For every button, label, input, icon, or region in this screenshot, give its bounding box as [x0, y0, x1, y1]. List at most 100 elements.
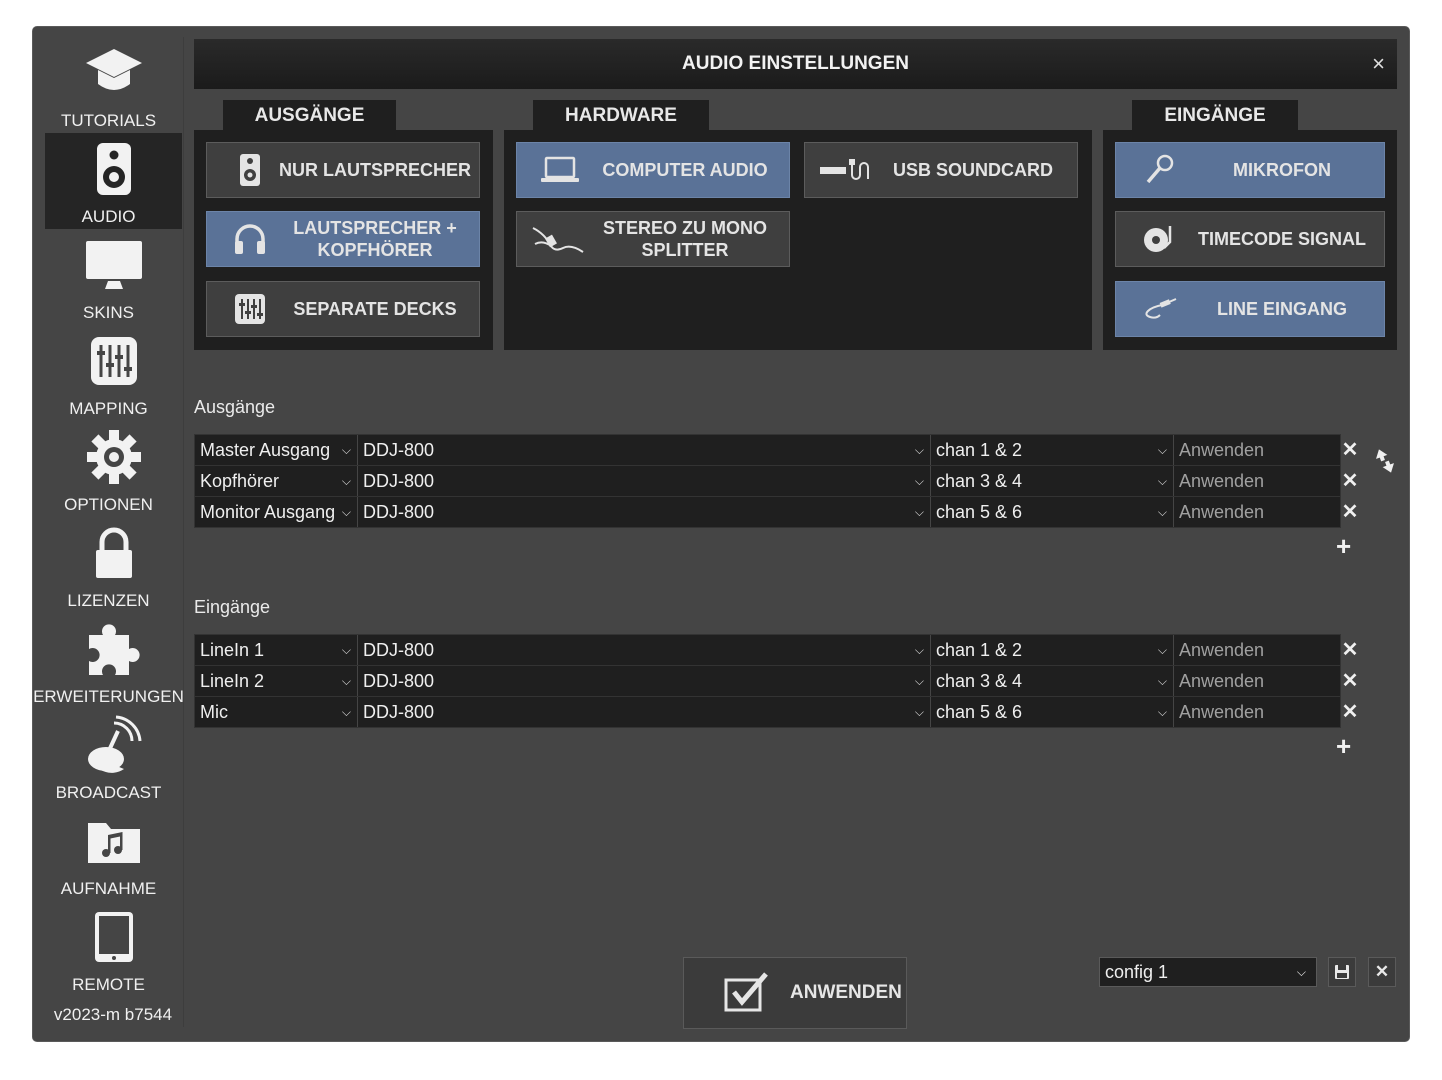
delete-config-button[interactable]: ✕: [1368, 957, 1396, 987]
output-name-select[interactable]: Master Ausgang ⌵: [195, 435, 358, 465]
sidebar-item-tutorials[interactable]: TUTORIALS: [45, 37, 182, 133]
anwenden-button[interactable]: ANWENDEN: [683, 957, 907, 1029]
output-apply-field[interactable]: Anwenden: [1174, 497, 1340, 527]
tab-ausgaenge: AUSGÄNGE: [223, 100, 396, 130]
satellite-dish-icon: [45, 715, 182, 773]
chevron-down-icon: ⌵: [1157, 443, 1167, 457]
output-channel-select[interactable]: chan 5 & 6 ⌵: [931, 497, 1174, 527]
input-device-select[interactable]: DDJ-800 ⌵: [358, 697, 931, 727]
usb-soundcard-button[interactable]: USB SOUNDCARD: [804, 142, 1078, 198]
input-device-select[interactable]: DDJ-800 ⌵: [358, 635, 931, 665]
reorder-arrows-icon[interactable]: [1375, 447, 1397, 480]
chevron-down-icon: ⌵: [341, 643, 351, 657]
save-config-button[interactable]: [1328, 957, 1356, 987]
lock-icon: [45, 525, 182, 581]
inputs-table: LineIn 1 ⌵ DDJ-800 ⌵ chan 1 & 2 ⌵ Anwenden …: [194, 634, 1358, 728]
output-name-select[interactable]: Monitor Ausgang ⌵: [195, 497, 358, 527]
input-channel-select[interactable]: chan 3 & 4 ⌵: [931, 666, 1174, 696]
output-channel-select[interactable]: chan 1 & 2 ⌵: [931, 435, 1174, 465]
input-name-select[interactable]: LineIn 1 ⌵: [195, 635, 358, 665]
floppy-disk-icon: [1334, 965, 1350, 984]
dialog-titlebar: AUDIO EINSTELLUNGEN ×: [194, 39, 1397, 89]
button-label: LAUTSPRECHER + KOPFHÖRER: [293, 218, 457, 260]
config-select[interactable]: config 1 ⌵: [1099, 957, 1317, 987]
separate-decks-button[interactable]: SEPARATE DECKS: [206, 281, 480, 337]
speaker-icon: [225, 143, 275, 197]
graduation-cap-icon: [45, 45, 182, 101]
table-row: LineIn 2 ⌵ DDJ-800 ⌵ chan 3 & 4 ⌵ Anwenden …: [194, 665, 1358, 696]
button-label: COMPUTER AUDIO: [602, 160, 768, 180]
tablet-icon: [45, 909, 182, 965]
chevron-down-icon: ⌵: [341, 705, 351, 719]
output-apply-field[interactable]: Anwenden: [1174, 435, 1340, 465]
button-label: STEREO ZU MONO SPLITTER: [602, 218, 767, 260]
mixer-icon: [225, 282, 275, 336]
input-device-select[interactable]: DDJ-800 ⌵: [358, 666, 931, 696]
remove-row-icon[interactable]: ✕: [1340, 697, 1360, 727]
button-label: LINE EINGANG: [1216, 299, 1347, 319]
sidebar-item-remote[interactable]: REMOTE: [45, 901, 182, 997]
sidebar-item-label: AUDIO: [81, 207, 136, 226]
chevron-down-icon: ⌵: [341, 674, 351, 688]
gear-icon: [45, 429, 182, 485]
input-channel-select[interactable]: chan 5 & 6 ⌵: [931, 697, 1174, 727]
chevron-down-icon: ⌵: [914, 643, 924, 657]
output-channel-select[interactable]: chan 3 & 4 ⌵: [931, 466, 1174, 496]
sidebar-item-label: MAPPING: [69, 399, 148, 418]
output-device-select[interactable]: DDJ-800 ⌵: [358, 466, 931, 496]
table-row: Mic ⌵ DDJ-800 ⌵ chan 5 & 6 ⌵ Anwenden ✕: [194, 696, 1358, 728]
stereo-zu-mono-splitter-button[interactable]: STEREO ZU MONO SPLITTER: [516, 211, 790, 267]
computer-audio-button[interactable]: COMPUTER AUDIO: [516, 142, 790, 198]
table-row: Monitor Ausgang ⌵ DDJ-800 ⌵ chan 5 & 6 ⌵ An…: [194, 496, 1358, 528]
output-device-select[interactable]: DDJ-800 ⌵: [358, 435, 931, 465]
input-apply-field[interactable]: Anwenden: [1174, 697, 1340, 727]
timecode-signal-button[interactable]: TIMECODE SIGNAL: [1115, 211, 1385, 267]
output-device-select[interactable]: DDJ-800 ⌵: [358, 497, 931, 527]
sidebar-item-mapping[interactable]: MAPPING: [45, 325, 182, 421]
sidebar-item-label: TUTORIALS: [60, 111, 157, 130]
remove-row-icon[interactable]: ✕: [1340, 666, 1360, 696]
anwenden-label: ANWENDEN: [790, 982, 902, 1003]
remove-row-icon[interactable]: ✕: [1340, 466, 1360, 496]
remove-row-icon[interactable]: ✕: [1340, 435, 1360, 465]
chevron-down-icon: ⌵: [914, 474, 924, 488]
close-icon[interactable]: ×: [1372, 51, 1385, 77]
monitor-icon: [45, 237, 182, 293]
sidebar-item-label: REMOTE: [72, 975, 145, 994]
remove-row-icon[interactable]: ✕: [1340, 497, 1360, 527]
mikrofon-button[interactable]: MIKROFON: [1115, 142, 1385, 198]
add-output-button[interactable]: +: [1336, 531, 1351, 562]
music-folder-icon: [45, 813, 182, 869]
nur-lautsprecher-button[interactable]: NUR LAUTSPRECHER: [206, 142, 480, 198]
sidebar-item-erweiterungen[interactable]: ERWEITERUNGEN: [33, 613, 184, 709]
tab-hardware: HARDWARE: [533, 100, 709, 130]
input-name-select[interactable]: Mic ⌵: [195, 697, 358, 727]
sidebar-item-broadcast[interactable]: BROADCAST: [45, 709, 182, 805]
output-name-select[interactable]: Kopfhörer ⌵: [195, 466, 358, 496]
input-name-select[interactable]: LineIn 2 ⌵: [195, 666, 358, 696]
input-apply-field[interactable]: Anwenden: [1174, 635, 1340, 665]
input-apply-field[interactable]: Anwenden: [1174, 666, 1340, 696]
line-eingang-button[interactable]: LINE EINGANG: [1115, 281, 1385, 337]
add-input-button[interactable]: +: [1336, 731, 1351, 762]
sidebar-item-optionen[interactable]: OPTIONEN: [45, 421, 182, 517]
input-channel-select[interactable]: chan 1 & 2 ⌵: [931, 635, 1174, 665]
checkbox-check-icon: [724, 972, 770, 1018]
remove-row-icon[interactable]: ✕: [1340, 635, 1360, 665]
vinyl-icon: [1134, 212, 1184, 266]
table-row: LineIn 1 ⌵ DDJ-800 ⌵ chan 1 & 2 ⌵ Anwenden …: [194, 634, 1358, 665]
lautsprecher-kopfhoerer-button[interactable]: LAUTSPRECHER + KOPFHÖRER: [206, 211, 480, 267]
chevron-down-icon: ⌵: [1157, 474, 1167, 488]
table-row: Master Ausgang ⌵ DDJ-800 ⌵ chan 1 & 2 ⌵ Anw…: [194, 434, 1358, 465]
output-apply-field[interactable]: Anwenden: [1174, 466, 1340, 496]
sidebar-item-skins[interactable]: SKINS: [45, 229, 182, 325]
button-label: SEPARATE DECKS: [293, 299, 457, 319]
sidebar-divider: [183, 37, 184, 1027]
sidebar-item-lizenzen[interactable]: LIZENZEN: [45, 517, 182, 613]
microphone-icon: [1134, 143, 1184, 197]
tab-eingaenge: EINGÄNGE: [1132, 100, 1298, 130]
button-label: NUR LAUTSPRECHER: [278, 160, 471, 180]
outputs-table: Master Ausgang ⌵ DDJ-800 ⌵ chan 1 & 2 ⌵ Anw…: [194, 434, 1358, 528]
sidebar-item-aufnahme[interactable]: AUFNAHME: [45, 805, 182, 901]
sidebar-item-audio[interactable]: AUDIO: [45, 133, 182, 229]
